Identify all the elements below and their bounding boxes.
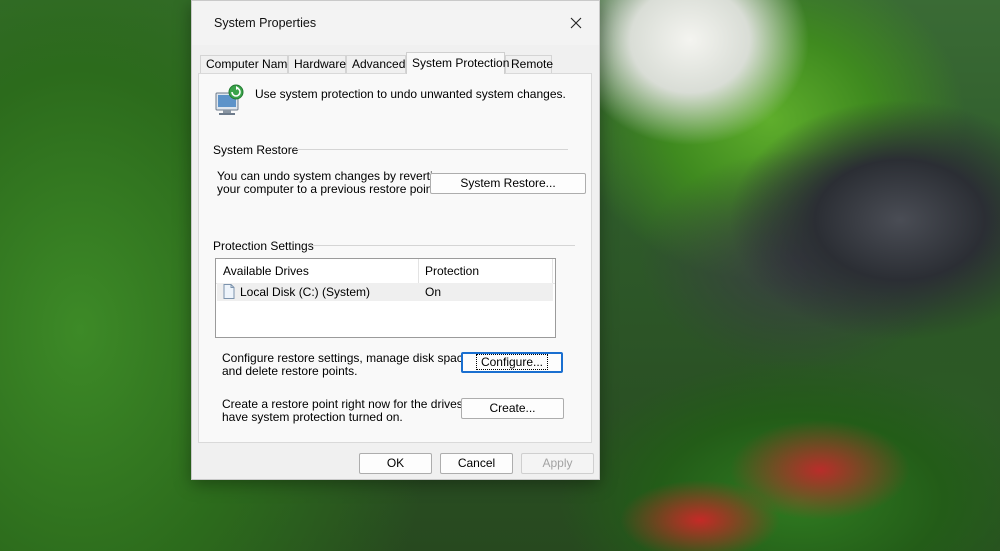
apply-button[interactable]: Apply <box>521 453 594 474</box>
drive-icon <box>223 284 235 299</box>
system-restore-group-label: System Restore <box>213 143 299 157</box>
configure-button[interactable]: Configure... <box>461 352 563 373</box>
button-label: OK <box>386 456 405 470</box>
tab-system-protection[interactable]: System Protection <box>406 52 509 74</box>
drive-row[interactable]: Local Disk (C:) (System) On <box>217 283 553 301</box>
tab-remote[interactable]: Remote <box>505 55 553 73</box>
system-restore-description: You can undo system changes by reverting… <box>217 170 446 196</box>
column-separator[interactable] <box>552 259 553 283</box>
button-label: Configure... <box>475 354 549 370</box>
drives-list[interactable]: Available Drives Protection Local Disk (… <box>215 258 556 338</box>
description-line: your computer to a previous restore poin… <box>217 182 440 196</box>
drive-name: Local Disk (C:) (System) <box>240 285 371 299</box>
configure-description: Configure restore settings, manage disk … <box>222 352 473 378</box>
protection-settings-group-label: Protection Settings <box>213 239 314 253</box>
ok-button[interactable]: OK <box>359 453 432 474</box>
column-separator[interactable] <box>418 259 419 283</box>
group-divider <box>309 245 575 246</box>
create-button[interactable]: Create... <box>461 398 564 419</box>
title-bar[interactable]: System Properties <box>192 1 599 45</box>
group-divider <box>294 149 568 150</box>
description-line: have system protection turned on. <box>222 410 403 424</box>
button-label: Create... <box>489 401 536 415</box>
close-icon <box>570 17 582 29</box>
button-label: Apply <box>542 456 573 470</box>
tab-advanced[interactable]: Advanced <box>346 55 406 73</box>
column-header-available-drives[interactable]: Available Drives <box>223 264 309 278</box>
tab-hardware[interactable]: Hardware <box>288 55 346 73</box>
close-button[interactable] <box>553 1 599 45</box>
column-header-protection[interactable]: Protection <box>425 264 479 278</box>
tab-page-system-protection: Use system protection to undo unwanted s… <box>198 73 592 443</box>
cancel-button[interactable]: Cancel <box>440 453 513 474</box>
create-description: Create a restore point right now for the… <box>222 398 486 424</box>
intro-text: Use system protection to undo unwanted s… <box>255 87 566 101</box>
description-line: and delete restore points. <box>222 364 358 378</box>
system-properties-dialog: System Properties Computer Name Hardware… <box>191 0 600 480</box>
button-label: Cancel <box>457 456 496 470</box>
list-header: Available Drives Protection <box>216 259 555 284</box>
tab-computer-name[interactable]: Computer Name <box>200 55 294 73</box>
button-label: System Restore... <box>460 176 556 190</box>
window-title: System Properties <box>214 16 317 30</box>
system-restore-button[interactable]: System Restore... <box>430 173 586 194</box>
system-protection-icon <box>215 84 244 115</box>
drive-protection-status: On <box>425 285 442 299</box>
